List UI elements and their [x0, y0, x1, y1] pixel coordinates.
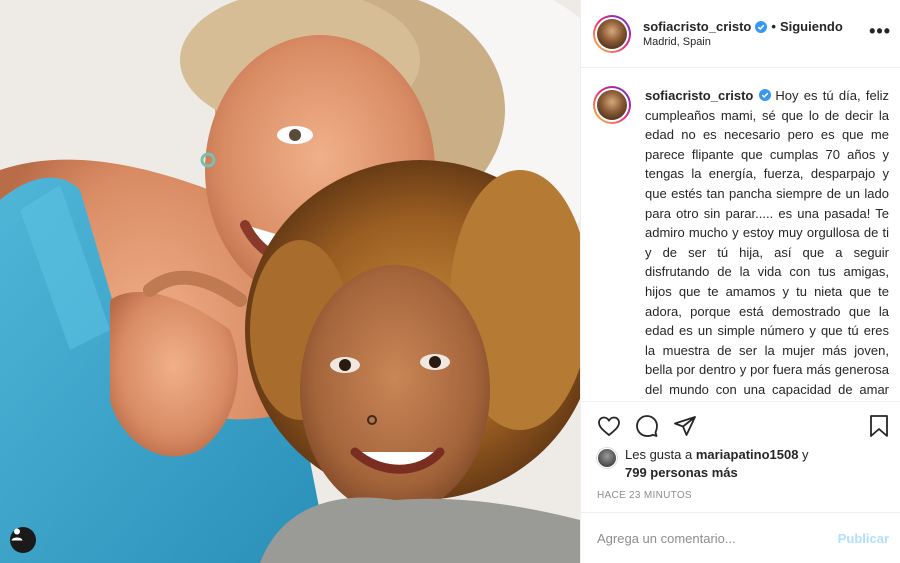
- post-timestamp[interactable]: Hace 23 minutos: [597, 490, 692, 501]
- heart-outline-icon[interactable]: [597, 414, 621, 438]
- post-photo[interactable]: [0, 0, 580, 563]
- post-sidebar: sofiacristo_cristo • Siguiendo Madrid, S…: [580, 0, 900, 563]
- comment-form: Publicar: [581, 512, 900, 563]
- likes-connector: y: [798, 447, 809, 462]
- post-header: sofiacristo_cristo • Siguiendo Madrid, S…: [581, 0, 900, 68]
- user-tag-icon: [11, 528, 23, 541]
- bookmark-icon[interactable]: [867, 414, 891, 438]
- comment-input[interactable]: [597, 530, 830, 546]
- caption-section: sofiacristo_cristo Hoy es tú día, feliz c…: [581, 68, 900, 401]
- avatar-image: [597, 18, 627, 49]
- caption-avatar-image: [597, 90, 627, 120]
- paper-plane-icon[interactable]: [673, 414, 697, 438]
- caption-text: Hoy es tú día, feliz cumpleaños mami, sé…: [645, 88, 889, 397]
- verified-badge-icon: [759, 89, 772, 101]
- tag-button[interactable]: [10, 527, 36, 553]
- likes-text: Les gusta a mariapatino1508 y 799 person…: [625, 446, 809, 482]
- liker-avatar[interactable]: [597, 448, 617, 468]
- avatar[interactable]: [593, 14, 631, 53]
- separator-dot: •: [771, 19, 776, 34]
- header-username[interactable]: sofiacristo_cristo: [643, 19, 751, 34]
- comment-bubble-icon[interactable]: [635, 414, 659, 438]
- likes-prefix: Les gusta a: [625, 447, 696, 462]
- action-bar: [581, 401, 900, 446]
- caption-avatar[interactable]: [593, 86, 631, 124]
- caption-text-block: sofiacristo_cristo Hoy es tú día, feliz c…: [645, 86, 889, 401]
- likes-row: Les gusta a mariapatino1508 y 799 person…: [597, 446, 809, 482]
- selfie-illustration: [0, 0, 580, 563]
- verified-badge-icon: [755, 20, 768, 33]
- others-count[interactable]: 799 personas más: [625, 465, 738, 480]
- location-link[interactable]: Madrid, Spain: [643, 36, 843, 48]
- more-options-icon[interactable]: •••: [869, 22, 891, 40]
- publish-button[interactable]: Publicar: [838, 531, 889, 546]
- liker-username[interactable]: mariapatino1508: [696, 447, 799, 462]
- caption-username[interactable]: sofiacristo_cristo: [645, 88, 753, 103]
- following-button[interactable]: Siguiendo: [780, 19, 843, 34]
